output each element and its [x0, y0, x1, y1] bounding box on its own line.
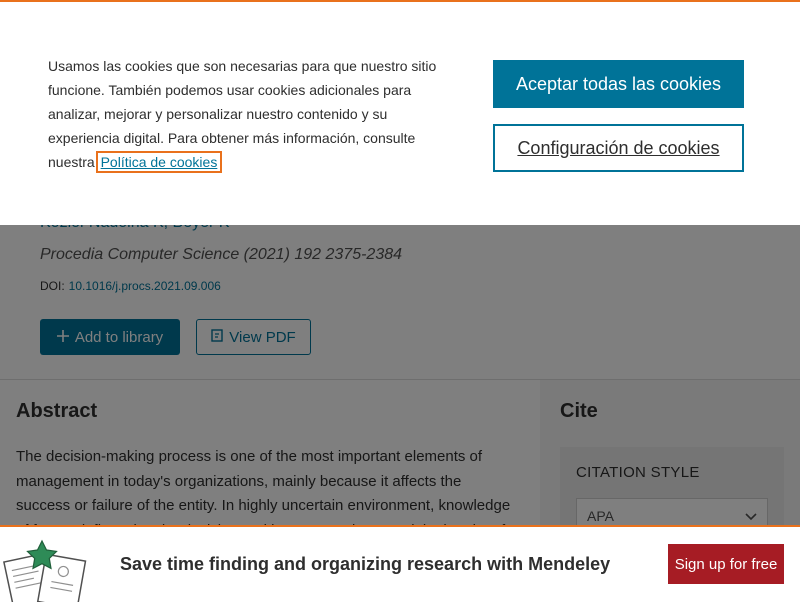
cookie-settings-button[interactable]: Configuración de cookies: [493, 124, 744, 172]
cookie-policy-link[interactable]: Política de cookies: [95, 151, 223, 173]
documents-star-illustration: [0, 539, 90, 607]
cookie-banner: Usamos las cookies que son necesarias pa…: [0, 0, 800, 225]
mendeley-promo-bar: Save time finding and organizing researc…: [0, 525, 800, 607]
accept-all-cookies-button[interactable]: Aceptar todas las cookies: [493, 60, 744, 108]
cookie-message: Usamos las cookies que son necesarias pa…: [48, 54, 448, 174]
mendeley-promo-text: Save time finding and organizing researc…: [120, 554, 611, 574]
sign-up-button[interactable]: Sign up for free: [668, 544, 784, 584]
